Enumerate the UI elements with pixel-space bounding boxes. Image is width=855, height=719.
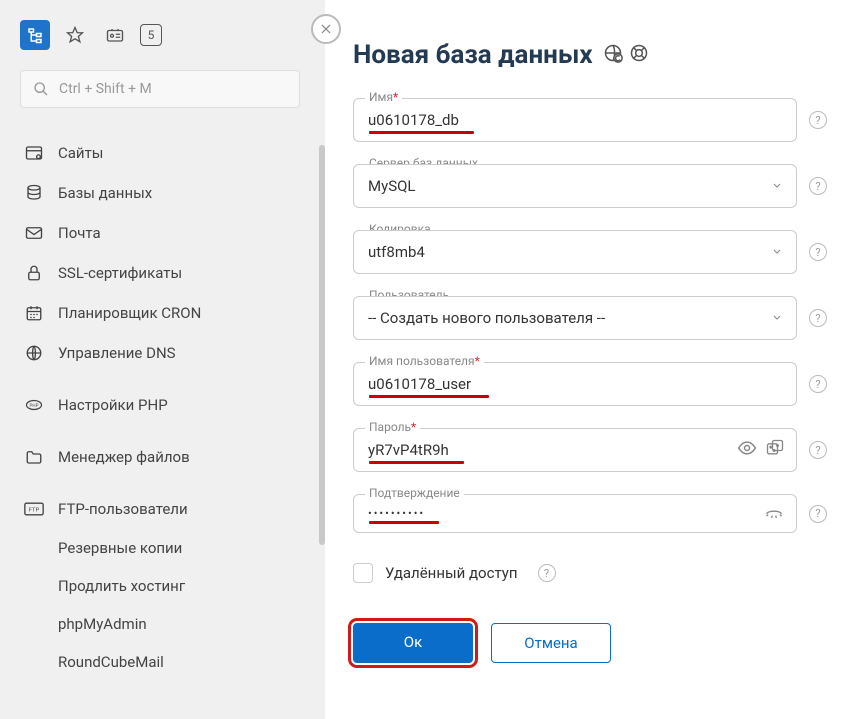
mail-icon <box>24 223 44 243</box>
field-encoding-row: Кодировка utf8mb4 ? <box>353 230 827 274</box>
sidebar-item-renew[interactable]: Продлить хостинг <box>20 567 310 605</box>
sidebar-item-ftp[interactable]: FTP FTP-пользователи <box>20 489 310 529</box>
field-user-row: Пользователь -- Создать нового пользоват… <box>353 296 827 340</box>
browser-icon <box>24 143 44 163</box>
field-label: Подтверждение <box>365 486 464 500</box>
username-input[interactable]: u0610178_user <box>353 362 797 406</box>
counter-badge[interactable]: 5 <box>140 24 162 46</box>
encoding-select[interactable]: utf8mb4 <box>353 230 797 274</box>
sidebar-item-databases[interactable]: Базы данных <box>20 173 310 213</box>
sidebar-item-backups[interactable]: Резервные копии <box>20 529 310 567</box>
sidebar-item-label: SSL-сертификаты <box>58 264 182 282</box>
sidebar-item-filemanager[interactable]: Менеджер файлов <box>20 437 310 477</box>
help-icon[interactable]: ? <box>809 243 827 261</box>
globe-icon <box>24 343 44 363</box>
button-row: Ок Отмена <box>353 623 827 663</box>
database-icon <box>24 183 44 203</box>
server-select[interactable]: MySQL <box>353 164 797 208</box>
eye-icon[interactable] <box>737 438 757 462</box>
sidebar-item-mail[interactable]: Почта <box>20 213 310 253</box>
search-input[interactable]: Ctrl + Shift + M <box>20 70 300 108</box>
nav-list: Сайты Базы данных Почта SSL-сертификаты … <box>20 133 310 681</box>
help-icon[interactable]: ? <box>809 111 827 129</box>
lock-icon <box>24 263 44 283</box>
eye-closed-icon[interactable] <box>763 502 785 526</box>
counter-value: 5 <box>148 28 155 42</box>
remote-access-row: Удалённый доступ ? <box>353 563 827 583</box>
underline <box>369 461 464 464</box>
remote-access-checkbox[interactable] <box>353 563 373 583</box>
close-icon <box>319 22 333 36</box>
star-icon[interactable] <box>60 20 90 50</box>
calendar-icon <box>24 303 44 323</box>
underline <box>369 395 489 398</box>
password-input[interactable]: yR7vP4tR9h <box>353 428 797 472</box>
lifebuoy-icon[interactable] <box>629 40 649 70</box>
topbar: 5 <box>20 20 315 50</box>
svg-text:FTP: FTP <box>29 508 40 514</box>
sidebar-item-label: Планировщик CRON <box>58 304 201 322</box>
help-icon[interactable]: ? <box>809 375 827 393</box>
sidebar-item-label: Управление DNS <box>58 344 176 362</box>
sidebar-item-label: Почта <box>58 224 101 242</box>
field-label: Имя пользователя* <box>365 354 484 368</box>
field-label: Имя* <box>365 90 402 104</box>
sidebar-item-label: RoundCubeMail <box>58 653 164 671</box>
help-icon[interactable]: ? <box>809 177 827 195</box>
help-icon[interactable]: ? <box>809 441 827 459</box>
folder-icon <box>24 447 44 467</box>
field-username-row: Имя пользователя* u0610178_user ? <box>353 362 827 406</box>
sidebar-item-label: Сайты <box>58 144 103 162</box>
ftp-icon: FTP <box>24 499 44 519</box>
nav-tree-icon[interactable] <box>20 20 50 50</box>
sidebar-item-sites[interactable]: Сайты <box>20 133 310 173</box>
sidebar-item-label: Менеджер файлов <box>58 448 190 466</box>
underline <box>369 131 474 134</box>
sidebar-item-label: Резервные копии <box>58 539 182 557</box>
help-icon[interactable]: ? <box>809 309 827 327</box>
sidebar-item-php[interactable]: PHP Настройки PHP <box>20 385 310 425</box>
sidebar-item-label: Базы данных <box>58 184 152 202</box>
name-input[interactable]: u0610178_db <box>353 98 797 142</box>
page-title-text: Новая база данных <box>353 40 593 70</box>
field-label: Пароль* <box>365 420 420 434</box>
sidebar-item-ssl[interactable]: SSL-сертификаты <box>20 253 310 293</box>
sidebar-item-phpmyadmin[interactable]: phpMyAdmin <box>20 605 310 643</box>
sidebar-item-label: Настройки PHP <box>58 396 168 414</box>
help-icon[interactable]: ? <box>809 505 827 523</box>
sidebar: 5 Ctrl + Shift + M Сайты Базы данных Поч… <box>0 0 325 719</box>
cancel-button[interactable]: Отмена <box>491 623 611 663</box>
remote-access-label: Удалённый доступ <box>385 564 518 582</box>
sidebar-item-roundcube[interactable]: RoundCubeMail <box>20 643 310 681</box>
sidebar-item-label: FTP-пользователи <box>58 500 188 518</box>
sidebar-item-cron[interactable]: Планировщик CRON <box>20 293 310 333</box>
search-icon <box>33 81 49 97</box>
php-icon: PHP <box>24 395 44 415</box>
sidebar-item-dns[interactable]: Управление DNS <box>20 333 310 373</box>
id-card-icon[interactable] <box>100 20 130 50</box>
ok-button[interactable]: Ок <box>353 623 473 663</box>
field-confirm-row: Подтверждение •••••••••• ? <box>353 494 827 533</box>
field-server-row: Сервер баз данных MySQL ? <box>353 164 827 208</box>
globe-refresh-icon[interactable] <box>603 40 623 70</box>
dice-icon[interactable] <box>765 438 785 462</box>
page-title: Новая база данных <box>353 40 827 70</box>
svg-text:PHP: PHP <box>30 403 39 409</box>
field-password-row: Пароль* yR7vP4tR9h ? <box>353 428 827 472</box>
sidebar-item-label: phpMyAdmin <box>58 615 147 633</box>
search-placeholder: Ctrl + Shift + M <box>59 81 152 97</box>
sidebar-item-label: Продлить хостинг <box>58 577 185 595</box>
underline <box>369 521 439 524</box>
help-icon[interactable]: ? <box>538 564 556 582</box>
main-panel: Новая база данных Имя* u0610178_db ? Сер… <box>325 0 855 719</box>
close-button[interactable] <box>311 14 341 44</box>
field-name-row: Имя* u0610178_db ? <box>353 98 827 142</box>
user-select[interactable]: -- Создать нового пользователя -- <box>353 296 797 340</box>
